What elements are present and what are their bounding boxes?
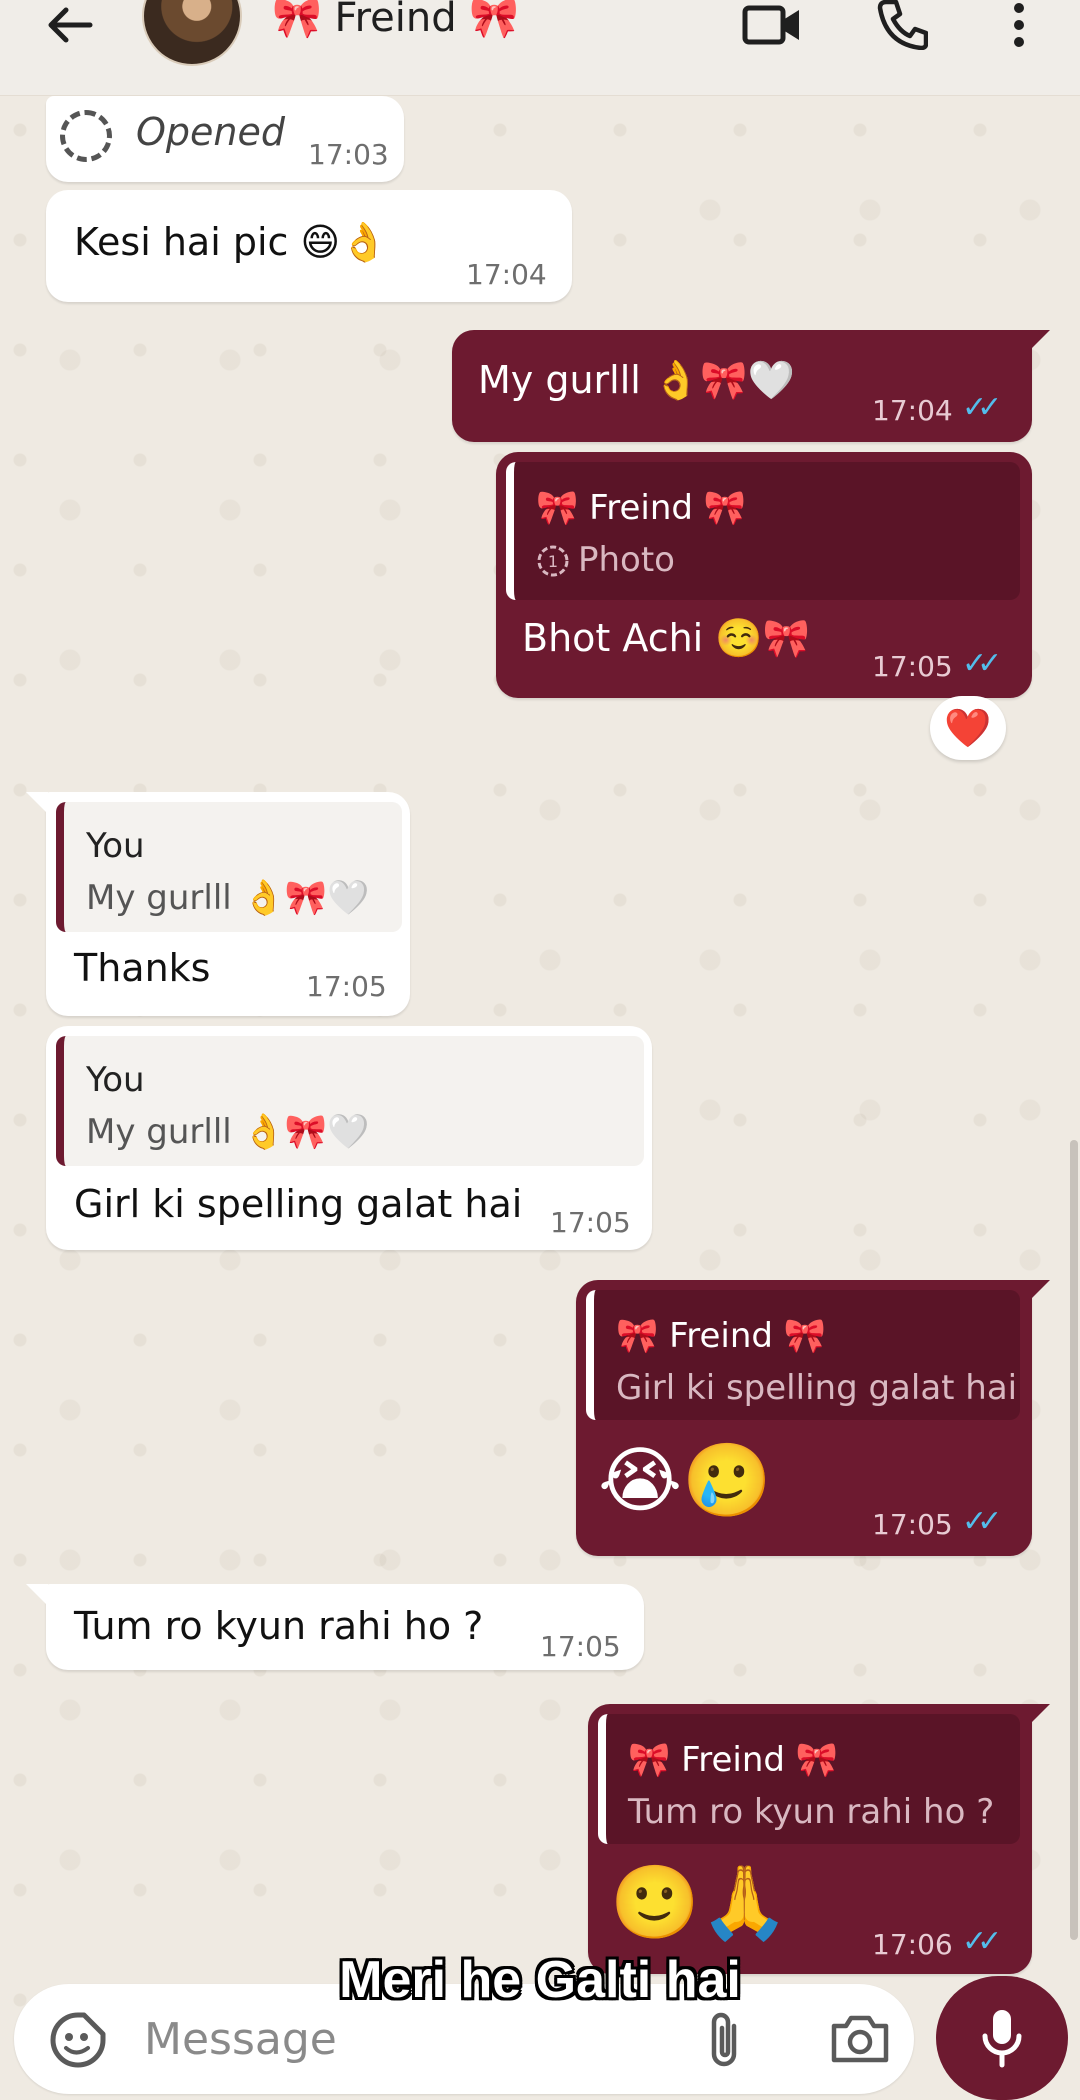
more-vert-icon <box>1014 3 1024 47</box>
voice-call-button[interactable] <box>872 0 932 50</box>
message-time: 17:03 <box>308 138 389 171</box>
quoted-message[interactable]: 🎀 Freind 🎀 Tum ro kyun rahi ho ? <box>598 1714 1020 1844</box>
quoted-text: Girl ki spelling galat hai <box>616 1368 1018 1408</box>
read-receipt-icon: ✓✓ <box>962 1504 1002 1539</box>
message-incoming-reply[interactable]: You My gurlll 👌🎀🤍 Girl ki spelling galat… <box>46 1026 652 1250</box>
chat-header: 🎀 Freind 🎀 <box>0 0 1080 96</box>
video-call-button[interactable] <box>740 0 804 50</box>
read-receipt-icon: ✓✓ <box>962 390 1002 425</box>
message-text: My gurlll 👌🎀🤍 <box>478 358 795 402</box>
message-text: Kesi hai pic 😄👌 <box>74 220 388 264</box>
paperclip-icon <box>711 2012 737 2067</box>
quoted-message[interactable]: You My gurlll 👌🎀🤍 <box>56 802 402 932</box>
message-time: 17:05 <box>540 1630 621 1663</box>
quoted-sender: 🎀 Freind 🎀 <box>616 1316 827 1356</box>
attach-button[interactable] <box>704 2008 748 2072</box>
bubble-tail <box>1028 1704 1050 1726</box>
camera-icon <box>831 2015 889 2063</box>
quoted-message[interactable]: 🎀 Freind 🎀 Photo 1 <box>506 462 1020 600</box>
message-incoming[interactable]: Kesi hai pic 😄👌 17:04 <box>46 190 572 302</box>
sticker-icon <box>50 2012 106 2068</box>
message-text: Tum ro kyun rahi ho ? <box>74 1604 484 1648</box>
message-outgoing-reply[interactable]: 🎀 Freind 🎀 Girl ki spelling galat hai 😭🥲… <box>576 1280 1032 1556</box>
arrow-left-icon <box>48 7 93 43</box>
quoted-text: My gurlll 👌🎀🤍 <box>86 878 370 918</box>
back-button[interactable] <box>40 0 100 50</box>
bubble-tail <box>26 1584 48 1606</box>
message-outgoing-reply[interactable]: 🎀 Freind 🎀 Photo 1 Bhot Achi ☺️🎀 17:05 ✓… <box>496 452 1032 698</box>
video-call-icon <box>742 5 799 45</box>
quoted-sender: You <box>86 826 145 866</box>
message-input[interactable] <box>144 2002 684 2076</box>
contact-name[interactable]: 🎀 Freind 🎀 <box>272 0 519 41</box>
read-receipt-icon: ✓✓ <box>962 646 1002 681</box>
message-outgoing[interactable]: My gurlll 👌🎀🤍 17:04 ✓✓ <box>452 330 1032 442</box>
quoted-sender: You <box>86 1060 145 1100</box>
view-once-opened-icon <box>60 110 112 162</box>
bubble-tail <box>1028 330 1050 352</box>
message-time: 17:04 <box>872 394 953 427</box>
microphone-icon <box>982 2010 1022 2068</box>
message-text: Girl ki spelling galat hai <box>74 1182 523 1226</box>
bubble-tail <box>26 792 48 814</box>
camera-button[interactable] <box>830 2012 890 2068</box>
bubble-tail <box>1028 1280 1050 1302</box>
quoted-text: Photo <box>578 540 675 580</box>
view-once-icon: 1 <box>537 545 569 577</box>
quoted-text: My gurlll 👌🎀🤍 <box>86 1112 370 1152</box>
message-outgoing-reply[interactable]: 🎀 Freind 🎀 Tum ro kyun rahi ho ? 🙂🙏 17:0… <box>588 1704 1032 1974</box>
phone-icon <box>877 0 928 50</box>
message-time: 17:05 <box>872 650 953 683</box>
quoted-message[interactable]: You My gurlll 👌🎀🤍 <box>56 1036 644 1166</box>
reaction-badge[interactable]: ❤️ <box>930 696 1006 760</box>
message-time: 17:05 <box>550 1206 631 1239</box>
menu-button[interactable] <box>1004 0 1034 50</box>
message-text: Opened <box>136 110 285 154</box>
message-emoji: 😭🥲 <box>598 1438 772 1522</box>
message-incoming-reply[interactable]: You My gurlll 👌🎀🤍 Thanks 17:05 <box>46 792 410 1016</box>
video-subtitle: Meri he Galti hai <box>339 1951 741 2009</box>
svg-text:1: 1 <box>548 552 558 571</box>
scrollbar[interactable] <box>1070 1140 1078 1940</box>
quoted-sender: 🎀 Freind 🎀 <box>628 1740 839 1780</box>
message-time: 17:05 <box>306 970 387 1003</box>
message-incoming[interactable]: Tum ro kyun rahi ho ? 17:05 <box>46 1584 644 1670</box>
message-text: Bhot Achi ☺️🎀 <box>522 616 810 660</box>
message-text: Thanks <box>74 946 211 990</box>
quoted-text: Tum ro kyun rahi ho ? <box>628 1792 995 1832</box>
quoted-sender: 🎀 Freind 🎀 <box>536 488 747 528</box>
sticker-button[interactable] <box>48 2010 108 2070</box>
message-emoji: 🙂🙏 <box>610 1860 790 1944</box>
avatar[interactable] <box>142 0 242 66</box>
quoted-message[interactable]: 🎀 Freind 🎀 Girl ki spelling galat hai <box>586 1290 1020 1420</box>
message-time: 17:04 <box>466 258 547 291</box>
message-time: 17:05 <box>872 1508 953 1541</box>
